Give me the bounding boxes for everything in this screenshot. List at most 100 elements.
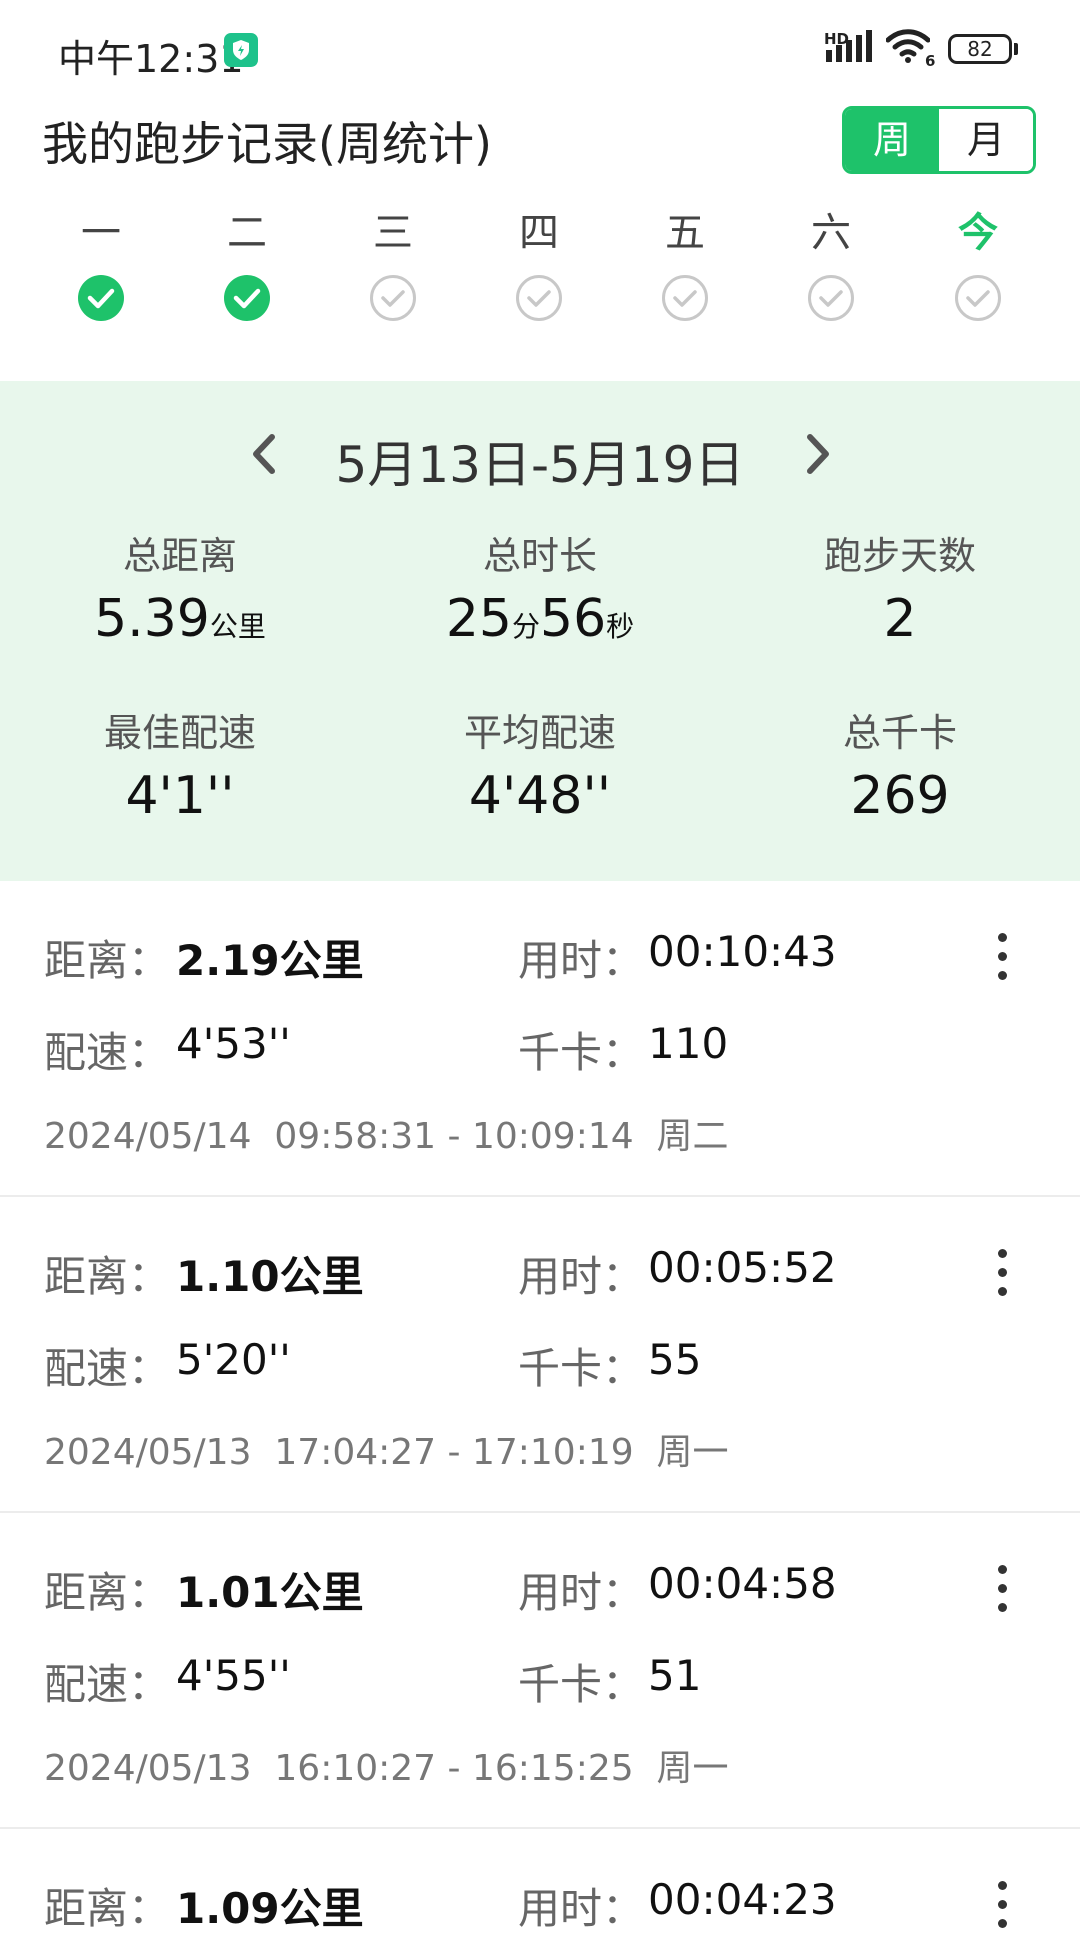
day-item[interactable]: 四 — [489, 200, 589, 322]
chevron-right-icon[interactable] — [800, 431, 836, 477]
day-label: 五 — [665, 210, 705, 256]
duration-label: 用时： — [518, 1884, 645, 1933]
day-label-today: 今 — [958, 210, 998, 256]
period-toggle[interactable]: 周 月 — [842, 106, 1036, 174]
more-vertical-icon[interactable] — [994, 1565, 1010, 1622]
check-circle-outline-icon — [516, 275, 562, 321]
more-vertical-icon[interactable] — [994, 933, 1010, 990]
run-record-item[interactable]: 距离： 1.09公里 用时： 00:04:23 — [0, 1829, 1080, 1933]
day-item[interactable]: 一 — [51, 200, 151, 322]
stat-avg-pace: 平均配速 4'48'' — [360, 708, 720, 834]
duration-label: 用时： — [518, 936, 645, 985]
record-time-range: 09:58:31 - 10:09:14 — [274, 1116, 634, 1157]
stat-total-distance: 总距离 5.39公里 — [0, 531, 360, 665]
stat-value: 2 — [883, 589, 917, 649]
day-label: 一 — [81, 210, 121, 256]
wifi-icon — [886, 29, 930, 63]
total-minutes-value: 25 — [445, 589, 512, 649]
kcal-label: 千卡： — [518, 1028, 645, 1077]
distance-value: 1.09公里 — [176, 1884, 364, 1933]
record-date: 2024/05/14 — [44, 1116, 252, 1157]
stat-label: 跑步天数 — [823, 534, 976, 578]
day-item[interactable]: 五 — [635, 200, 735, 322]
pace-value: 4'55'' — [176, 1651, 291, 1700]
distance-label: 距离： — [44, 1252, 171, 1301]
run-record-item[interactable]: 距离： 1.10公里 用时： 00:05:52 配速： 5'20'' 千卡： 5… — [0, 1197, 1080, 1513]
day-item[interactable]: 三 — [343, 200, 443, 322]
distance-label: 距离： — [44, 1568, 171, 1617]
toggle-month-button[interactable]: 月 — [939, 109, 1033, 171]
distance-value: 1.01公里 — [176, 1568, 364, 1617]
toggle-week-button[interactable]: 周 — [845, 109, 939, 171]
record-weekday: 周一 — [656, 1748, 729, 1789]
week-range: 5月13日-5月19日 — [335, 436, 745, 494]
stat-value: 25分56秒 — [360, 581, 720, 665]
day-item[interactable]: 二 — [197, 200, 297, 322]
duration-value: 00:04:23 — [648, 1875, 837, 1924]
day-item[interactable]: 六 — [781, 200, 881, 322]
stat-label: 总距离 — [122, 534, 237, 578]
status-time: 中午12:31 — [58, 37, 244, 81]
unit-label: 秒 — [606, 610, 635, 643]
total-distance-value: 5.39 — [94, 589, 210, 649]
stat-best-pace: 最佳配速 4'1'' — [0, 708, 360, 834]
run-record-item[interactable]: 距离： 2.19公里 用时： 00:10:43 配速： 4'53'' 千卡： 1… — [0, 881, 1080, 1197]
duration-value: 00:04:58 — [648, 1559, 837, 1608]
signal-icon — [826, 30, 872, 62]
stat-label: 总千卡 — [842, 711, 957, 755]
unit-label: 分 — [511, 610, 540, 643]
battery-tip — [1014, 43, 1018, 55]
distance-label: 距离： — [44, 936, 171, 985]
stat-label: 平均配速 — [463, 711, 616, 755]
record-datetime: 2024/05/14 09:58:31 - 10:09:14 周二 — [44, 1107, 729, 1159]
shield-icon — [224, 33, 258, 67]
distance-value: 1.10公里 — [176, 1252, 364, 1301]
record-weekday: 周二 — [656, 1116, 729, 1157]
distance-value: 2.19公里 — [176, 936, 364, 985]
distance-label: 距离： — [44, 1884, 171, 1933]
record-time-range: 16:10:27 - 16:15:25 — [274, 1748, 634, 1789]
day-item-today[interactable]: 今 — [928, 200, 1028, 322]
battery-icon: 82 — [948, 34, 1012, 64]
record-date: 2024/05/13 — [44, 1748, 252, 1789]
check-circle-filled-icon — [224, 275, 270, 321]
more-vertical-icon[interactable] — [994, 1881, 1010, 1938]
day-label: 四 — [519, 210, 559, 256]
pace-value: 5'20'' — [176, 1335, 291, 1384]
stat-value: 5.39公里 — [0, 581, 360, 665]
status-bar: 中午12:31 HD 6 82 — [0, 0, 1080, 98]
stat-total-kcal: 总千卡 269 — [720, 708, 1080, 834]
unit-label: 公里 — [209, 610, 266, 643]
check-circle-outline-icon — [808, 275, 854, 321]
check-circle-outline-icon — [370, 275, 416, 321]
day-label: 六 — [811, 210, 851, 256]
pace-label: 配速： — [44, 1344, 171, 1393]
kcal-value: 110 — [648, 1019, 729, 1068]
run-record-item[interactable]: 距离： 1.01公里 用时： 00:04:58 配速： 4'55'' 千卡： 5… — [0, 1513, 1080, 1829]
check-circle-filled-icon — [78, 275, 124, 321]
duration-label: 用时： — [518, 1568, 645, 1617]
pace-label: 配速： — [44, 1660, 171, 1709]
check-circle-outline-icon — [662, 275, 708, 321]
duration-value: 00:10:43 — [648, 927, 837, 976]
stat-total-time: 总时长 25分56秒 — [360, 531, 720, 665]
stat-value: 4'48'' — [468, 766, 612, 826]
day-label: 三 — [373, 210, 413, 256]
kcal-label: 千卡： — [518, 1344, 645, 1393]
stat-label: 总时长 — [482, 534, 597, 578]
kcal-label: 千卡： — [518, 1660, 645, 1709]
battery-level: 82 — [967, 37, 993, 61]
record-date: 2024/05/13 — [44, 1432, 252, 1473]
record-time-range: 17:04:27 - 17:10:19 — [274, 1432, 634, 1473]
week-summary-panel: 5月13日-5月19日 总距离 5.39公里 总时长 25分56秒 跑步天数 2… — [0, 381, 1080, 881]
wifi-6-label: 6 — [925, 52, 936, 70]
total-seconds-value: 56 — [540, 589, 607, 649]
record-datetime: 2024/05/13 17:04:27 - 17:10:19 周一 — [44, 1423, 729, 1475]
chevron-left-icon[interactable] — [246, 431, 282, 477]
page-title: 我的跑步记录(周统计) — [42, 117, 492, 171]
check-circle-outline-icon — [955, 275, 1001, 321]
pace-value: 4'53'' — [176, 1019, 291, 1068]
stat-run-days: 跑步天数 2 — [720, 531, 1080, 657]
more-vertical-icon[interactable] — [994, 1249, 1010, 1306]
kcal-value: 51 — [648, 1651, 702, 1700]
